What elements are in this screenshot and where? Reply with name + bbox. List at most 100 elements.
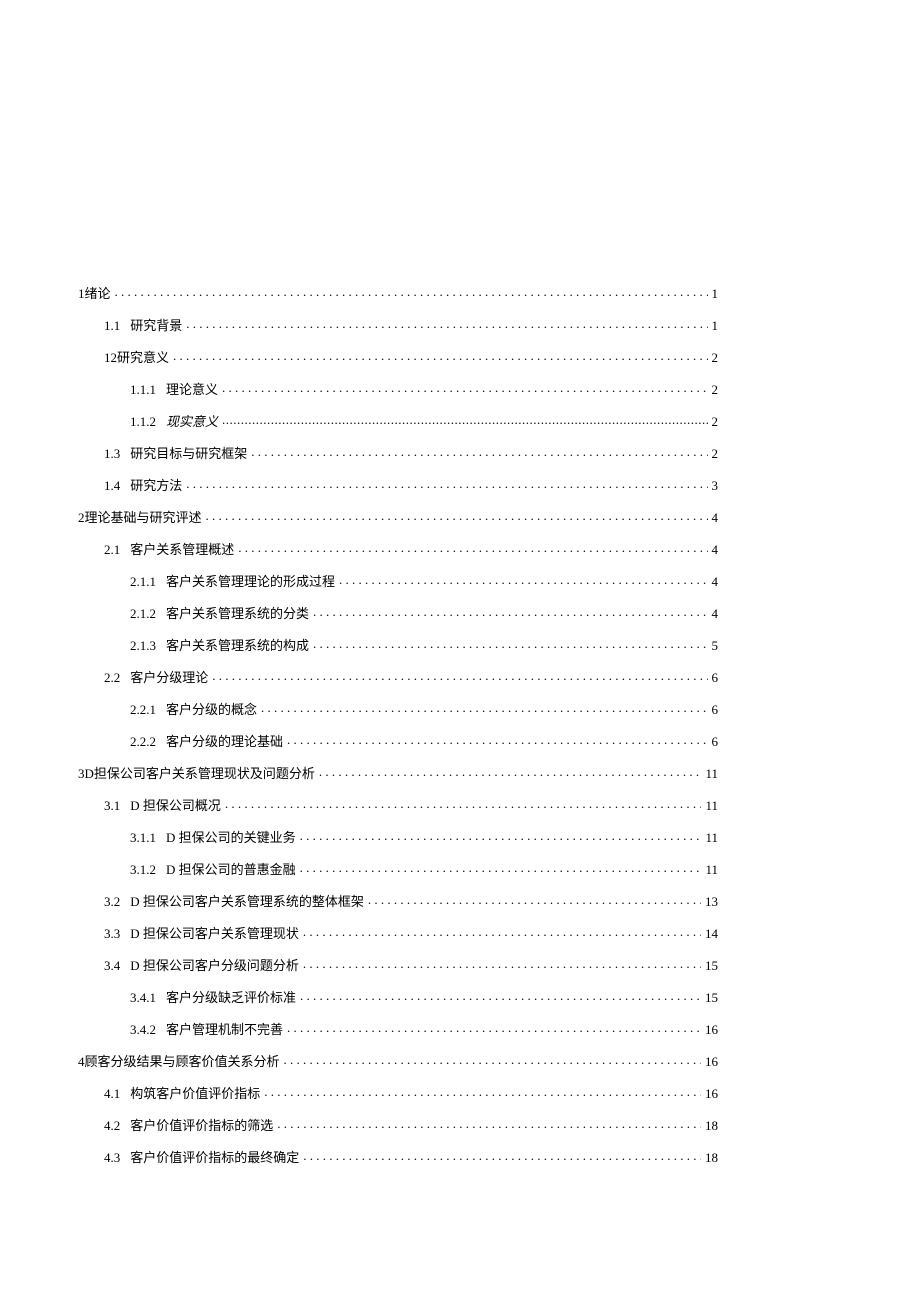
toc-leader-dots: [313, 605, 707, 618]
toc-entry-page: 15: [705, 959, 718, 972]
toc-leader-dots: [264, 1085, 701, 1098]
toc-entry-title: 担保公司客户关系管理现状及问题分析: [94, 767, 315, 780]
toc-entry-number: 2.2: [104, 671, 120, 684]
toc-leader-dots: [186, 317, 707, 330]
toc-leader-dots: [251, 445, 707, 458]
toc-entry: 1.1.2 现实意义 2: [78, 413, 718, 428]
toc-leader-dots: [284, 1053, 701, 1066]
toc-entry-title: 现实意义: [166, 415, 218, 428]
toc-entry: 1.1研究背景1: [78, 317, 718, 332]
toc-entry-title: D 担保公司客户关系管理现状: [130, 927, 299, 940]
toc-entry-page: 16: [705, 1055, 718, 1068]
toc-entry: 3.1.2 D 担保公司的普惠金融 11: [78, 861, 718, 876]
toc-entry: 2.1.1客户关系管理理论的形成过程4: [78, 573, 718, 588]
toc-leader-dots: [300, 861, 702, 874]
toc-entry-number: 3.1.1: [130, 831, 156, 844]
toc-entry-title: D 担保公司的关键业务: [166, 831, 296, 844]
toc-leader-dots: [238, 541, 707, 554]
toc-entry-title: D 担保公司客户关系管理系统的整体框架: [130, 895, 364, 908]
toc-entry: 4.3 客户价值评价指标的最终确定 18: [78, 1149, 718, 1164]
toc-entry-number: 2.1: [104, 543, 120, 556]
toc-entry-page: 4: [712, 511, 719, 524]
toc-leader-dots: [300, 829, 702, 842]
toc-entry: 1.1.1理论意义2: [78, 381, 718, 396]
toc-leader-dots: [212, 669, 707, 682]
toc-leader-dots: [206, 509, 708, 522]
toc-entry-number: 1.4: [104, 479, 120, 492]
toc-entry-page: 11: [705, 863, 718, 876]
toc-leader-dots: [339, 573, 707, 586]
toc-entry-title: 研究目标与研究框架: [130, 447, 247, 460]
toc-entry-page: 11: [705, 767, 718, 780]
toc-entry-number: 1.1.2: [130, 415, 156, 428]
toc-entry: 4顾客分级结果与顾客价值关系分析16: [78, 1053, 718, 1068]
toc-entry-page: 4: [712, 575, 719, 588]
toc-entry-page: 4: [712, 543, 719, 556]
toc-entry-page: 13: [705, 895, 718, 908]
toc-entry: 2.1 客户关系管理概述 4: [78, 541, 718, 556]
toc-entry-page: 6: [712, 735, 719, 748]
toc-entry-title: 客户分级理论: [130, 671, 208, 684]
toc-entry-title: 研究意义: [117, 351, 169, 364]
toc-entry-title: 构筑客户价值评价指标: [130, 1087, 260, 1100]
toc-entry-page: 2: [712, 415, 719, 428]
toc-entry-page: 4: [712, 607, 719, 620]
toc-leader-dots: [313, 637, 707, 650]
toc-entry: 3D 担保公司客户关系管理现状及问题分析 11: [78, 765, 718, 780]
toc-entry-number: 2.1.1: [130, 575, 156, 588]
toc-entry: 12研究意义2: [78, 349, 718, 364]
toc-entry: 3.3D 担保公司客户关系管理现状14: [78, 925, 718, 940]
toc-entry-title: 研究方法: [130, 479, 182, 492]
toc-entry: 3.1D 担保公司概况11: [78, 797, 718, 812]
toc-entry-number: 1.3: [104, 447, 120, 460]
toc-entry-page: 2: [712, 447, 719, 460]
toc-entry-title: D 担保公司的普惠金融: [166, 863, 296, 876]
toc-entry-number: 4.3: [104, 1151, 120, 1164]
toc-leader-dots: [319, 765, 702, 778]
toc-entry-title: 客户价值评价指标的筛选: [130, 1119, 273, 1132]
toc-entry: 3.2 D 担保公司客户关系管理系统的整体框架 13: [78, 893, 718, 908]
toc-entry-page: 15: [705, 991, 718, 1004]
toc-entry: 2理论基础与研究评述4: [78, 509, 718, 524]
toc-leader-dots: [222, 413, 707, 426]
toc-entry-page: 11: [705, 831, 718, 844]
toc-entry: 2.1.3客户关系管理系统的构成5: [78, 637, 718, 652]
toc-leader-dots: [225, 797, 702, 810]
toc-entry-title: 理论基础与研究评述: [85, 511, 202, 524]
toc-leader-dots: [300, 989, 701, 1002]
toc-entry-title: 客户管理机制不完善: [166, 1023, 283, 1036]
toc-entry: 3.4.1客户分级缺乏评价标准15: [78, 989, 718, 1004]
toc-entry-page: 18: [705, 1151, 718, 1164]
toc-entry-title: 顾客分级结果与顾客价值关系分析: [85, 1055, 280, 1068]
toc-entry-number: 3.1: [104, 799, 120, 812]
toc-entry-page: 3: [712, 479, 719, 492]
toc-entry-page: 1: [712, 287, 719, 300]
toc-entry: 1.4 研究方法 3: [78, 477, 718, 492]
toc-entry-page: 5: [712, 639, 719, 652]
toc-entry-number: 2.1.2: [130, 607, 156, 620]
toc-entry-title: 绪论: [85, 287, 111, 300]
toc-entry-page: 18: [705, 1119, 718, 1132]
toc-entry-page: 14: [705, 927, 718, 940]
toc-entry-number: 3.4.2: [130, 1023, 156, 1036]
toc-leader-dots: [261, 701, 707, 714]
toc-entry-title: 客户关系管理概述: [130, 543, 234, 556]
toc-entry-number: 3.1.2: [130, 863, 156, 876]
toc-entry: 2.1.2客户关系管理系统的分类4: [78, 605, 718, 620]
toc-entry-number: 2.1.3: [130, 639, 156, 652]
toc-entry-number: 4.1: [104, 1087, 120, 1100]
toc-entry-number: 3.2: [104, 895, 120, 908]
toc-entry: 1.3 研究目标与研究框架 2: [78, 445, 718, 460]
toc-entry-number: 2.2.1: [130, 703, 156, 716]
toc-entry-page: 2: [712, 351, 719, 364]
toc-leader-dots: [222, 381, 707, 394]
toc-leader-dots: [277, 1117, 701, 1130]
toc-entry-number: 3D: [78, 767, 94, 780]
toc-entry-page: 2: [712, 383, 719, 396]
toc-entry-title: D 担保公司概况: [130, 799, 221, 812]
table-of-contents: 1绪论11.1研究背景112研究意义21.1.1理论意义21.1.2现实意义21…: [78, 285, 718, 1181]
toc-entry-title: 客户价值评价指标的最终确定: [130, 1151, 299, 1164]
toc-entry: 2.2客户分级理论6: [78, 669, 718, 684]
toc-entry-number: 4.2: [104, 1119, 120, 1132]
toc-entry-page: 16: [705, 1087, 718, 1100]
